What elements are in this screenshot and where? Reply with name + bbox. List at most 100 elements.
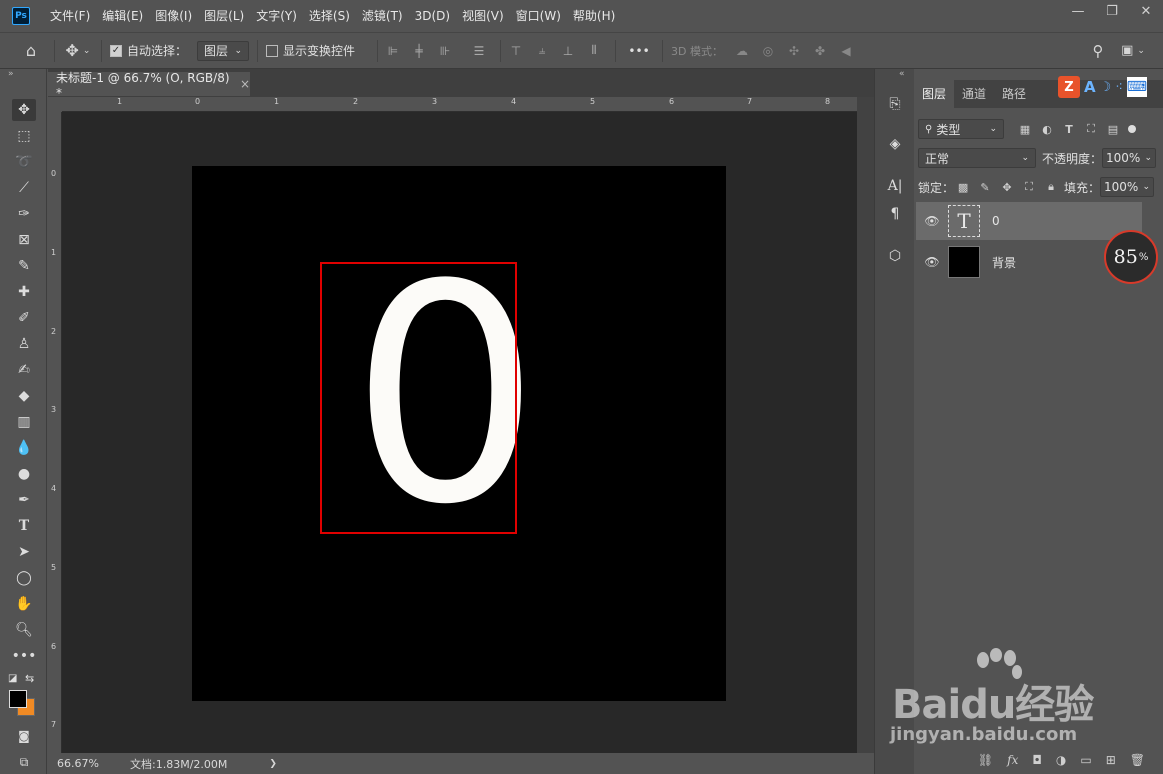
auto-select-checkbox[interactable]: ✓: [110, 44, 122, 57]
tab-layers[interactable]: 图层: [914, 80, 955, 108]
paragraph-panel-button[interactable]: ¶: [886, 205, 904, 223]
document-tab[interactable]: 未标题-1 @ 66.7% (O, RGB/8) * ×: [48, 71, 250, 100]
minimize-button[interactable]: —: [1061, 0, 1095, 22]
layer-row[interactable]: 👁︎ T 0: [916, 202, 1142, 240]
dodge-tool[interactable]: ●: [12, 463, 36, 485]
horizontal-ruler[interactable]: 1 0 1 2 3 4 5 6 7 8: [62, 97, 857, 112]
close-window-button[interactable]: ✕: [1129, 0, 1163, 22]
lock-pixels-icon[interactable]: ✎: [978, 180, 992, 194]
menu-select[interactable]: 选择(S): [303, 0, 356, 32]
filter-toggle[interactable]: [1128, 125, 1136, 133]
scale-3d-icon[interactable]: ◀: [839, 44, 853, 58]
align-middle-v-icon[interactable]: ⫨: [535, 43, 549, 58]
foreground-color-swatch[interactable]: [9, 690, 27, 708]
filter-shape-icon[interactable]: ⛶: [1084, 122, 1098, 136]
delete-layer-icon[interactable]: 🗑︎: [1130, 753, 1145, 767]
dots-icon[interactable]: ⁖: [1115, 80, 1123, 95]
menu-3d[interactable]: 3D(D): [409, 0, 456, 32]
menu-file[interactable]: 文件(F): [44, 0, 96, 32]
auto-select-target-dropdown[interactable]: 图层 ⌄: [197, 40, 250, 61]
filter-type-icon[interactable]: T: [1062, 122, 1076, 136]
marquee-tool[interactable]: ⬚: [12, 125, 36, 147]
tab-paths[interactable]: 路径: [994, 80, 1034, 108]
orbit-3d-icon[interactable]: ☁: [735, 44, 749, 58]
lock-all-icon[interactable]: 🔒︎: [1044, 180, 1058, 194]
lock-artboard-icon[interactable]: ⛶: [1022, 180, 1036, 194]
menu-window[interactable]: 窗口(W): [510, 0, 567, 32]
pan-3d-icon[interactable]: ✣: [787, 44, 801, 58]
shape-tool[interactable]: ◯: [12, 567, 36, 589]
show-transform-checkbox[interactable]: [266, 44, 279, 57]
history-panel-button[interactable]: ⎘: [886, 95, 904, 113]
crop-tool[interactable]: ⊠: [12, 229, 36, 251]
menu-edit[interactable]: 编辑(E): [96, 0, 149, 32]
align-right-icon[interactable]: ⊪: [438, 44, 452, 58]
edit-toolbar-button[interactable]: •••: [12, 645, 37, 667]
default-colors-icon[interactable]: ◪: [8, 673, 17, 684]
status-menu-arrow[interactable]: ❯: [269, 759, 277, 769]
lock-transparent-icon[interactable]: ▩: [956, 180, 970, 194]
align-bottom-icon[interactable]: ⊥: [561, 44, 575, 58]
filter-type-dropdown[interactable]: ⚲ 类型 ⌄: [918, 119, 1004, 139]
eyedropper-tool[interactable]: ✎: [12, 255, 36, 277]
tab-channels[interactable]: 通道: [954, 80, 994, 108]
lasso-tool[interactable]: ➰: [12, 151, 36, 173]
filter-smart-object-icon[interactable]: ▤: [1106, 122, 1120, 136]
move-tool-preset[interactable]: ✥ ⌄: [63, 41, 93, 60]
healing-tool[interactable]: ✚: [12, 281, 36, 303]
lock-position-icon[interactable]: ✥: [1000, 180, 1014, 194]
search-button[interactable]: ⚲: [1089, 42, 1107, 60]
3d-materials-button[interactable]: ◈: [886, 135, 904, 153]
gradient-tool[interactable]: ▥: [12, 411, 36, 433]
layer-name[interactable]: 背景: [992, 254, 1016, 271]
collapse-toolbar-icon[interactable]: »: [8, 69, 14, 79]
visibility-eye-icon[interactable]: 👁︎: [922, 214, 942, 228]
translate-a-icon[interactable]: A: [1084, 78, 1096, 96]
menu-type[interactable]: 文字(Y): [250, 0, 303, 32]
filter-adjustment-icon[interactable]: ◐: [1040, 122, 1054, 136]
menu-help[interactable]: 帮助(H): [567, 0, 621, 32]
visibility-eye-icon[interactable]: 👁︎: [922, 255, 942, 269]
maximize-button[interactable]: ❐: [1095, 0, 1129, 22]
extension-z-icon[interactable]: Z: [1058, 76, 1080, 98]
opacity-field[interactable]: 100% ⌄: [1102, 148, 1157, 168]
quick-mask-button[interactable]: ◙: [12, 725, 36, 747]
layer-name[interactable]: 0: [992, 214, 1000, 228]
character-panel-button[interactable]: A|: [886, 177, 904, 195]
workspace-button[interactable]: ▣ ⌄: [1118, 43, 1148, 58]
screen-mode-button[interactable]: ⧉: [12, 751, 36, 773]
eyedropper-tool-alt[interactable]: ✑: [12, 203, 36, 225]
align-top-icon[interactable]: ⊤: [509, 44, 523, 58]
ruler-origin[interactable]: [48, 97, 62, 112]
move-tool[interactable]: ✥: [12, 99, 36, 121]
more-options-button[interactable]: •••: [624, 44, 654, 58]
align-center-h-icon[interactable]: ╪: [412, 44, 426, 58]
blur-tool[interactable]: 💧: [12, 437, 36, 459]
history-brush-tool[interactable]: ✍: [12, 359, 36, 381]
brush-tool[interactable]: ✐: [12, 307, 36, 329]
close-tab-icon[interactable]: ×: [240, 77, 250, 91]
moon-icon[interactable]: ☽: [1100, 80, 1112, 95]
path-select-tool[interactable]: ➤: [12, 541, 36, 563]
menu-view[interactable]: 视图(V): [456, 0, 510, 32]
collapse-dock-icon[interactable]: «: [899, 69, 905, 79]
hand-tool[interactable]: ✋: [12, 593, 36, 615]
zoom-level[interactable]: 66.67%: [48, 757, 108, 770]
slide-3d-icon[interactable]: ✤: [813, 44, 827, 58]
eraser-tool[interactable]: ◆: [12, 385, 36, 407]
distribute-h-icon[interactable]: ☰: [472, 44, 486, 58]
menu-layer[interactable]: 图层(L): [198, 0, 250, 32]
3d-panel-button[interactable]: ⬡: [886, 247, 904, 265]
pen-tool[interactable]: ✒: [12, 489, 36, 511]
roll-3d-icon[interactable]: ◎: [761, 44, 775, 58]
swap-colors-icon[interactable]: ⇆: [25, 672, 34, 685]
keyboard-icon[interactable]: ⌨: [1127, 77, 1147, 97]
fill-field[interactable]: 100% ⌄: [1100, 177, 1155, 197]
align-left-icon[interactable]: ⊫: [386, 44, 400, 58]
zoom-tool[interactable]: 🔍︎: [12, 619, 36, 641]
blend-mode-dropdown[interactable]: 正常 ⌄: [918, 148, 1036, 168]
stamp-tool[interactable]: ♙: [12, 333, 36, 355]
home-button[interactable]: ⌂: [16, 41, 46, 60]
menu-image[interactable]: 图像(I): [149, 0, 198, 32]
menu-filter[interactable]: 滤镜(T): [356, 0, 409, 32]
